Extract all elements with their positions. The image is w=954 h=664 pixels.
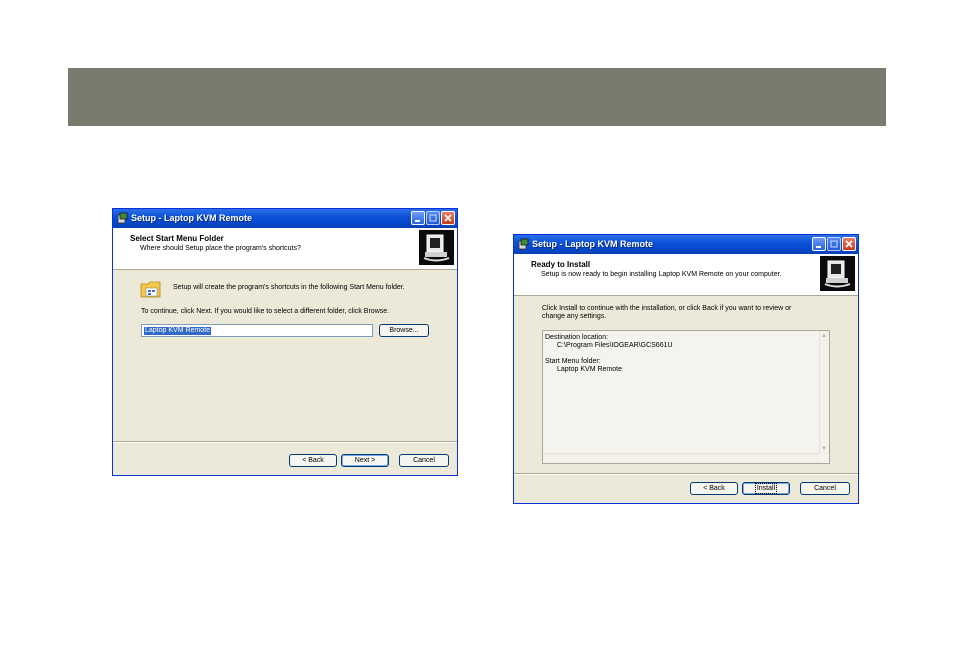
wizard-header: Select Start Menu Folder Where should Se… <box>113 228 457 270</box>
setup-app-icon <box>518 238 529 250</box>
window-title: Setup - Laptop KVM Remote <box>131 213 252 223</box>
close-button[interactable] <box>441 211 455 225</box>
dest-location-value: C:\Program Files\IOGEAR\GCS661U <box>557 342 673 349</box>
maximize-icon <box>429 214 437 222</box>
continue-text: To continue, click Next. If you would li… <box>141 308 390 315</box>
start-menu-value: Laptop KVM Remote <box>557 366 622 373</box>
minimize-button[interactable] <box>411 211 425 225</box>
maximize-button[interactable] <box>426 211 440 225</box>
minimize-button[interactable] <box>812 237 826 251</box>
folder-icon <box>140 281 161 298</box>
folder-input-value: Laptop KVM Remote <box>144 327 211 335</box>
title-bar[interactable]: Setup - Laptop KVM Remote <box>113 209 457 228</box>
cancel-button[interactable]: Cancel <box>399 454 449 467</box>
maximize-icon <box>830 240 838 248</box>
back-button[interactable]: < Back <box>690 482 738 495</box>
page-title: Select Start Menu Folder <box>130 234 224 243</box>
page-subtitle: Setup is now ready to begin installing L… <box>541 271 782 278</box>
setup-dialog-ready-to-install: Setup - Laptop KVM Remote Ready to Insta… <box>513 234 859 504</box>
browse-button[interactable]: Browse... <box>379 324 429 337</box>
cancel-button[interactable]: Cancel <box>800 482 850 495</box>
install-button[interactable]: Install <box>742 482 790 495</box>
info-text: Setup will create the program's shortcut… <box>173 284 405 291</box>
next-button[interactable]: Next > <box>341 454 389 467</box>
info-text-line1: Click Install to continue with the insta… <box>542 305 792 312</box>
vertical-scrollbar[interactable]: ▲ ▼ <box>819 331 829 454</box>
close-icon <box>845 240 853 248</box>
scroll-down-icon[interactable]: ▼ <box>820 445 828 453</box>
dest-location-label: Destination location: <box>545 334 609 341</box>
horizontal-scrollbar[interactable] <box>543 453 820 463</box>
setup-dialog-start-menu: Setup - Laptop KVM Remote Select Start M… <box>112 208 458 476</box>
minimize-icon <box>816 246 821 248</box>
page-subtitle: Where should Setup place the program's s… <box>140 245 301 252</box>
scroll-up-icon[interactable]: ▲ <box>820 332 828 340</box>
installer-logo-icon <box>820 256 855 291</box>
close-button[interactable] <box>842 237 856 251</box>
maximize-button[interactable] <box>827 237 841 251</box>
info-text-line2: change any settings. <box>542 313 607 320</box>
back-button[interactable]: < Back <box>289 454 337 467</box>
header-band <box>68 68 886 126</box>
window-title: Setup - Laptop KVM Remote <box>532 239 653 249</box>
wizard-header: Ready to Install Setup is now ready to b… <box>514 254 858 296</box>
close-icon <box>444 214 452 222</box>
setup-app-icon <box>117 212 128 224</box>
start-menu-folder-input[interactable]: Laptop KVM Remote <box>141 324 373 337</box>
title-bar[interactable]: Setup - Laptop KVM Remote <box>514 235 858 254</box>
footer-divider <box>113 441 457 443</box>
minimize-icon <box>415 220 420 222</box>
summary-memo[interactable]: Destination location: C:\Program Files\I… <box>542 330 830 464</box>
installer-logo-icon <box>419 230 454 265</box>
footer-divider <box>514 473 858 475</box>
start-menu-label: Start Menu folder: <box>545 358 601 365</box>
page-title: Ready to Install <box>531 260 591 269</box>
